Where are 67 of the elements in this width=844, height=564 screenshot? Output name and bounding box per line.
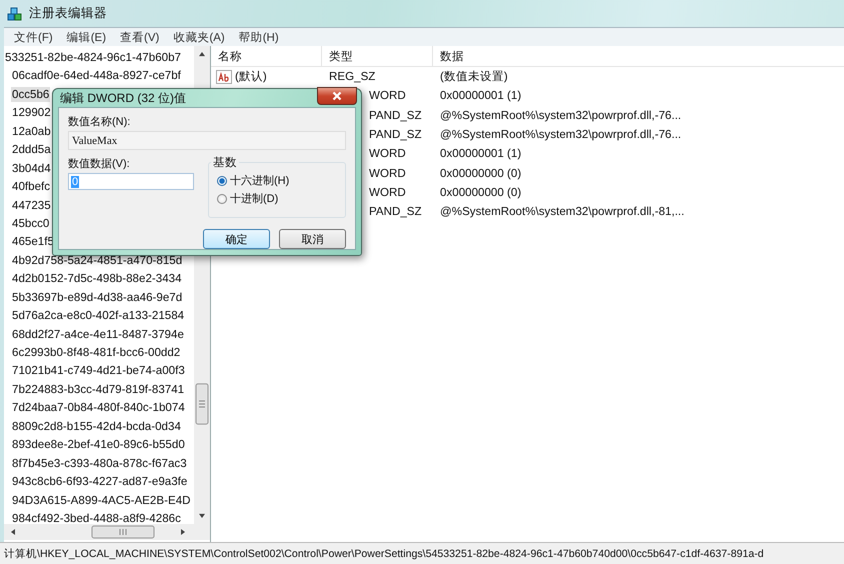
- value-type: WORD: [369, 147, 406, 160]
- menu-item[interactable]: 查看(V): [120, 30, 160, 44]
- tree-item[interactable]: 06cadf0e-64ed-448a-8927-ce7bf: [11, 68, 182, 84]
- tree-item[interactable]: 4d2b0152-7d5c-498b-88e2-3434: [11, 271, 183, 286]
- group-label: 基数: [211, 155, 239, 170]
- tree-item[interactable]: 5b33697b-e89d-4d38-aa46-9e7d: [11, 290, 184, 305]
- tree-item[interactable]: 5d76a2ca-e8c0-402f-a133-21584: [11, 308, 186, 324]
- value-type: REG_SZ: [329, 70, 376, 84]
- field-label: 数值数据(V):: [68, 157, 131, 171]
- tree-item[interactable]: 129902: [11, 105, 52, 120]
- close-icon: [332, 91, 342, 101]
- status-path: 计算机\HKEY_LOCAL_MACHINE\SYSTEM\ControlSet002\Control\Power\PowerSettings\54533251-82be-4824-96c1-47b60b740d00\0cc5b647-c1df-4637-891a-d: [4, 546, 764, 560]
- tree-item[interactable]: 45bcc0: [11, 216, 50, 231]
- dialog-button[interactable]: 取消: [279, 229, 346, 249]
- value-name-field[interactable]: ValueMax: [68, 131, 346, 150]
- value-data: @%SystemRoot%\system32\powrprof.dll,-76...: [440, 108, 682, 122]
- tree-item[interactable]: 40fbefc: [11, 179, 52, 194]
- tree-item[interactable]: 7b224883-b3cc-4d79-819f-83741: [11, 382, 186, 397]
- tree-item[interactable]: 2ddd5a: [11, 142, 52, 158]
- column-header[interactable]: 名称: [211, 46, 322, 66]
- value-data: 0x00000001 (1): [440, 147, 522, 160]
- tree-item[interactable]: 3b04d4: [11, 160, 52, 176]
- column-header[interactable]: 类型: [322, 46, 433, 66]
- value-type: WORD: [369, 166, 406, 180]
- tree-item[interactable]: 6c2993b0-8f48-481f-bcc6-00dd2: [11, 345, 182, 360]
- tree-item[interactable]: 465e1f5: [11, 234, 55, 250]
- value-data: (数值未设置): [440, 69, 508, 84]
- value-data: 0x00000000 (0): [440, 186, 522, 199]
- radio-option[interactable]: 十进制(D): [217, 191, 345, 206]
- tree-item[interactable]: 8809c2d8-b155-42d4-bcda-0d34: [11, 418, 182, 434]
- value-type: PAND_SZ: [369, 128, 422, 142]
- field-label: 数值名称(N):: [68, 115, 132, 129]
- tree-item[interactable]: 12a0ab: [11, 124, 52, 139]
- tree-item[interactable]: 533251-82be-4824-96c1-47b60b7: [4, 49, 194, 68]
- radio-option[interactable]: 十六进制(H): [217, 173, 345, 188]
- menu-item[interactable]: 编辑(E): [66, 30, 106, 44]
- tree-item[interactable]: 0cc5b6: [11, 86, 50, 102]
- tree-item[interactable]: 893dee8e-2bef-41e0-89c6-b55d0: [11, 437, 186, 452]
- tree-item[interactable]: 447235: [11, 198, 52, 212]
- tree-item[interactable]: 68dd2f27-a4ce-4e11-8487-3794e: [11, 326, 185, 342]
- value-type: WORD: [369, 89, 406, 102]
- value-data: @%SystemRoot%\system32\powrprof.dll,-76...: [440, 128, 682, 142]
- close-button[interactable]: [317, 87, 357, 105]
- value-data: @%SystemRoot%\system32\powrprof.dll,-81,...: [440, 205, 684, 218]
- value-data: 0x00000000 (0): [440, 166, 522, 180]
- menu-item[interactable]: 收藏夹(A): [173, 30, 225, 44]
- value-type: WORD: [369, 186, 406, 199]
- value-name: (默认): [235, 69, 267, 84]
- menu-item[interactable]: 文件(F): [14, 30, 53, 44]
- tree-item[interactable]: 984cf492-3bed-4488-a8f9-4286c: [11, 510, 182, 524]
- string-value-icon: [216, 68, 232, 85]
- tree-item[interactable]: 94D3A615-A899-4AC5-AE2B-E4D: [11, 492, 192, 508]
- registry-cubes-icon: [7, 6, 23, 22]
- tree-item[interactable]: 943c8cb6-6f93-4227-ad87-e9a3fe: [11, 474, 188, 490]
- tree-item[interactable]: 7d24baa7-0b84-480f-840c-1b074: [11, 400, 186, 416]
- tree-item[interactable]: 8f7b45e3-c393-480a-878c-f67ac3: [11, 456, 188, 471]
- window-title: 注册表编辑器: [29, 5, 107, 22]
- horizontal-scrollbar[interactable]: [4, 524, 210, 540]
- value-type: PAND_SZ: [369, 205, 422, 218]
- dialog-title: 编辑 DWORD (32 位)值: [60, 90, 186, 106]
- tree-item[interactable]: 71021b41-c749-4d21-be74-a00f3: [11, 363, 186, 378]
- column-header[interactable]: 数据: [433, 46, 844, 66]
- value-type: PAND_SZ: [369, 108, 422, 122]
- menu-item[interactable]: 帮助(H): [238, 30, 279, 44]
- value-data: 0x00000001 (1): [440, 89, 522, 102]
- tree-item[interactable]: 4b92d758-5a24-4851-a470-815d: [11, 252, 184, 268]
- dialog-button[interactable]: 确定: [203, 229, 270, 249]
